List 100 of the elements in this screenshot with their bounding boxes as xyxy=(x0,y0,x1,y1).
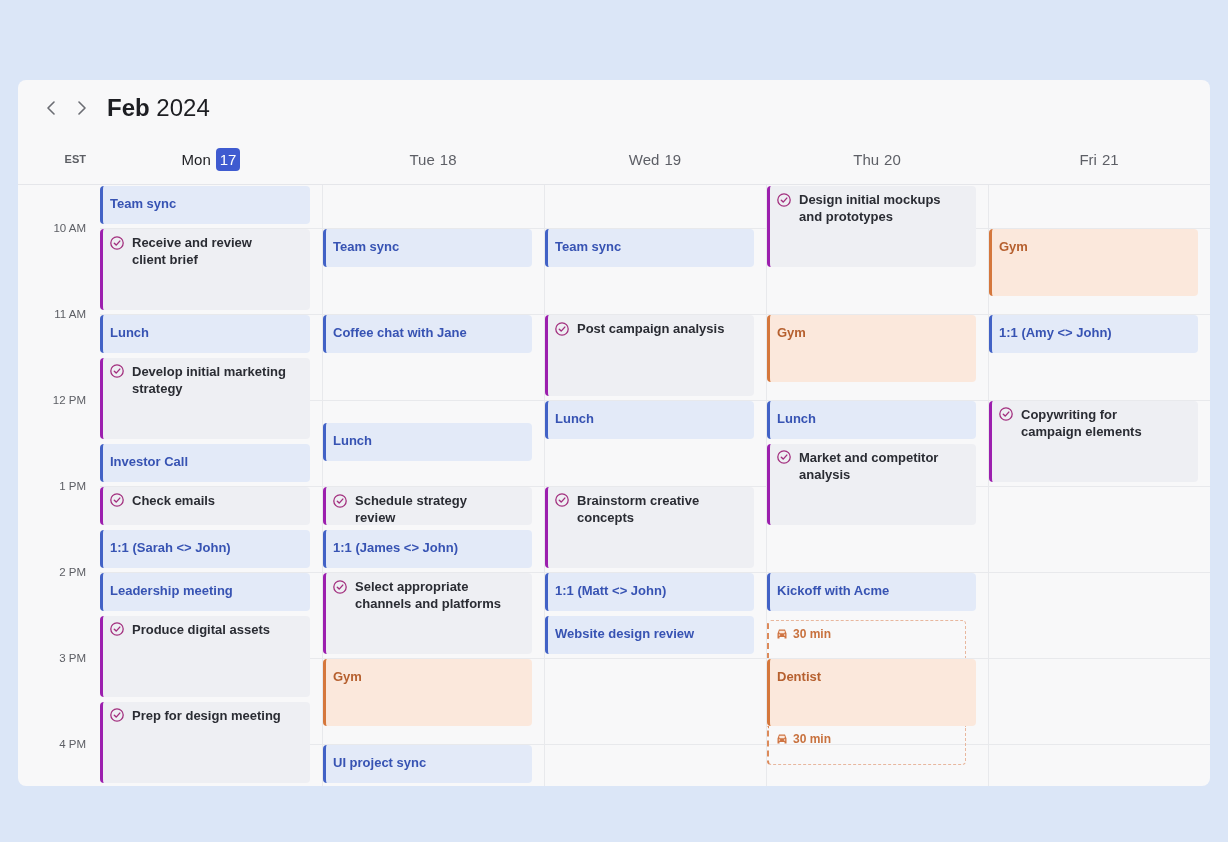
event-title: 1:1 (Amy <> John) xyxy=(999,325,1112,340)
meeting-event[interactable]: Leadership meeting xyxy=(100,573,310,611)
event-title: Gym xyxy=(333,669,362,684)
car-icon xyxy=(777,733,787,744)
chevron-right-icon xyxy=(78,100,86,115)
event-title: Investor Call xyxy=(110,454,189,469)
event-title: Team sync xyxy=(110,196,177,211)
event-title: 1:1 (James <> John) xyxy=(333,540,458,555)
check-circle-icon xyxy=(999,407,1013,422)
travel-time-block[interactable]: 30 min xyxy=(767,725,966,766)
day-date: 19 xyxy=(664,150,682,169)
personal-event[interactable]: Dentist xyxy=(767,659,976,726)
day-name: Thu xyxy=(853,150,880,169)
meeting-event[interactable]: Kickoff with Acme xyxy=(767,573,976,611)
event-title: 1:1 (Sarah <> John) xyxy=(110,540,231,555)
task-event[interactable]: Brainstorm creative concepts xyxy=(545,487,754,568)
day-name: Tue xyxy=(409,150,435,169)
meeting-event[interactable]: Lunch xyxy=(323,422,532,461)
check-circle-icon xyxy=(110,364,124,379)
event-title: Leadership meeting xyxy=(110,583,233,598)
day-name: Mon xyxy=(181,150,211,169)
event-title: Design initial mockups and prototypes xyxy=(799,191,942,225)
check-circle-icon xyxy=(110,622,124,637)
meeting-event[interactable]: Lunch xyxy=(100,315,310,353)
task-event[interactable]: Schedule strategy review xyxy=(323,487,532,525)
personal-event[interactable]: Gym xyxy=(767,315,976,382)
event-title: Lunch xyxy=(110,325,149,340)
event-title: Brainstorm creative concepts xyxy=(577,492,701,526)
event-title: Copywriting for campaign elements xyxy=(1021,406,1143,440)
task-event[interactable]: Produce digital assets xyxy=(100,616,310,697)
meeting-event[interactable]: Lunch xyxy=(545,401,754,439)
check-circle-icon xyxy=(777,192,791,207)
check-circle-icon xyxy=(555,321,569,336)
check-circle-icon xyxy=(333,493,347,508)
event-title: Develop initial marketing strategy xyxy=(132,363,287,397)
event-title: Lunch xyxy=(555,411,594,426)
time-label: 4 PM xyxy=(59,737,86,751)
event-title: Check emails xyxy=(132,492,217,509)
task-event[interactable]: Market and competitor analysis xyxy=(767,444,976,525)
event-title: 1:1 (Matt <> John) xyxy=(555,583,667,598)
event-title: Gym xyxy=(999,239,1028,254)
event-title: Team sync xyxy=(555,239,622,254)
check-circle-icon xyxy=(110,235,124,250)
task-event[interactable]: Check emails xyxy=(100,487,310,525)
event-title: Website design review xyxy=(555,626,695,641)
meeting-event[interactable]: UI project sync xyxy=(323,745,532,783)
task-event[interactable]: Develop initial marketing strategy xyxy=(100,358,310,439)
task-event[interactable]: Receive and review client brief xyxy=(100,229,310,310)
time-label: 1 PM xyxy=(59,479,86,493)
month-title: Feb 2024 xyxy=(107,93,210,122)
travel-duration: 30 min xyxy=(793,730,831,747)
event-title: Dentist xyxy=(777,669,822,684)
meeting-event[interactable]: 1:1 (Sarah <> John) xyxy=(100,530,310,568)
day-date: 20 xyxy=(884,150,901,169)
task-event[interactable]: Design initial mockups and prototypes xyxy=(767,186,976,267)
meeting-event[interactable]: Team sync xyxy=(323,229,532,267)
meeting-event[interactable]: 1:1 (Matt <> John) xyxy=(545,573,754,611)
personal-event[interactable]: Gym xyxy=(323,659,532,726)
time-label: 11 AM xyxy=(54,307,86,321)
meeting-event[interactable]: 1:1 (James <> John) xyxy=(323,530,532,568)
day-date: 18 xyxy=(439,150,457,169)
task-event[interactable]: Copywriting for campaign elements xyxy=(989,401,1198,482)
date-badge: 17 xyxy=(215,148,241,171)
event-title: Select appropriate channels and platforms xyxy=(355,578,502,612)
meeting-event[interactable]: Lunch xyxy=(767,401,976,439)
meeting-event[interactable]: Coffee chat with Jane xyxy=(323,315,532,353)
previous-button[interactable] xyxy=(46,99,56,116)
chevron-left-icon xyxy=(47,100,55,115)
next-button[interactable] xyxy=(77,99,87,116)
event-title: Team sync xyxy=(333,239,400,254)
car-icon xyxy=(777,629,787,639)
event-title: UI project sync xyxy=(333,755,427,770)
check-circle-icon xyxy=(110,493,124,508)
task-event[interactable]: Post campaign analysis xyxy=(545,315,754,396)
event-title: Gym xyxy=(777,325,806,340)
task-event[interactable]: Prep for design meeting xyxy=(100,702,310,783)
event-title: Prep for design meeting xyxy=(132,707,282,724)
event-title: Coffee chat with Jane xyxy=(333,325,467,340)
event-title: Lunch xyxy=(333,432,372,448)
time-label: 12 PM xyxy=(52,393,86,407)
check-circle-icon xyxy=(110,708,124,723)
check-circle-icon xyxy=(777,450,791,465)
personal-event[interactable]: Gym xyxy=(989,229,1198,296)
time-label: 10 AM xyxy=(53,221,86,235)
task-event[interactable]: Select appropriate channels and platforms xyxy=(323,573,532,654)
event-title: Receive and review client brief xyxy=(132,234,253,268)
travel-time-block[interactable]: 30 min xyxy=(767,620,966,658)
check-circle-icon xyxy=(333,579,347,594)
day-date: 21 xyxy=(1101,150,1119,169)
event-title: Market and competitor analysis xyxy=(799,449,940,483)
meeting-event[interactable]: 1:1 (Amy <> John) xyxy=(989,315,1198,353)
timezone-label: EST xyxy=(64,152,86,168)
travel-duration: 30 min xyxy=(793,626,831,642)
meeting-event[interactable]: Team sync xyxy=(545,229,754,267)
day-name: Wed xyxy=(628,150,660,169)
meeting-event[interactable]: Investor Call xyxy=(100,444,310,482)
meeting-event[interactable]: Website design review xyxy=(545,616,754,654)
meeting-event[interactable]: Team sync xyxy=(100,186,310,224)
event-title: Produce digital assets xyxy=(132,621,271,638)
event-title: Schedule strategy review xyxy=(355,492,468,525)
